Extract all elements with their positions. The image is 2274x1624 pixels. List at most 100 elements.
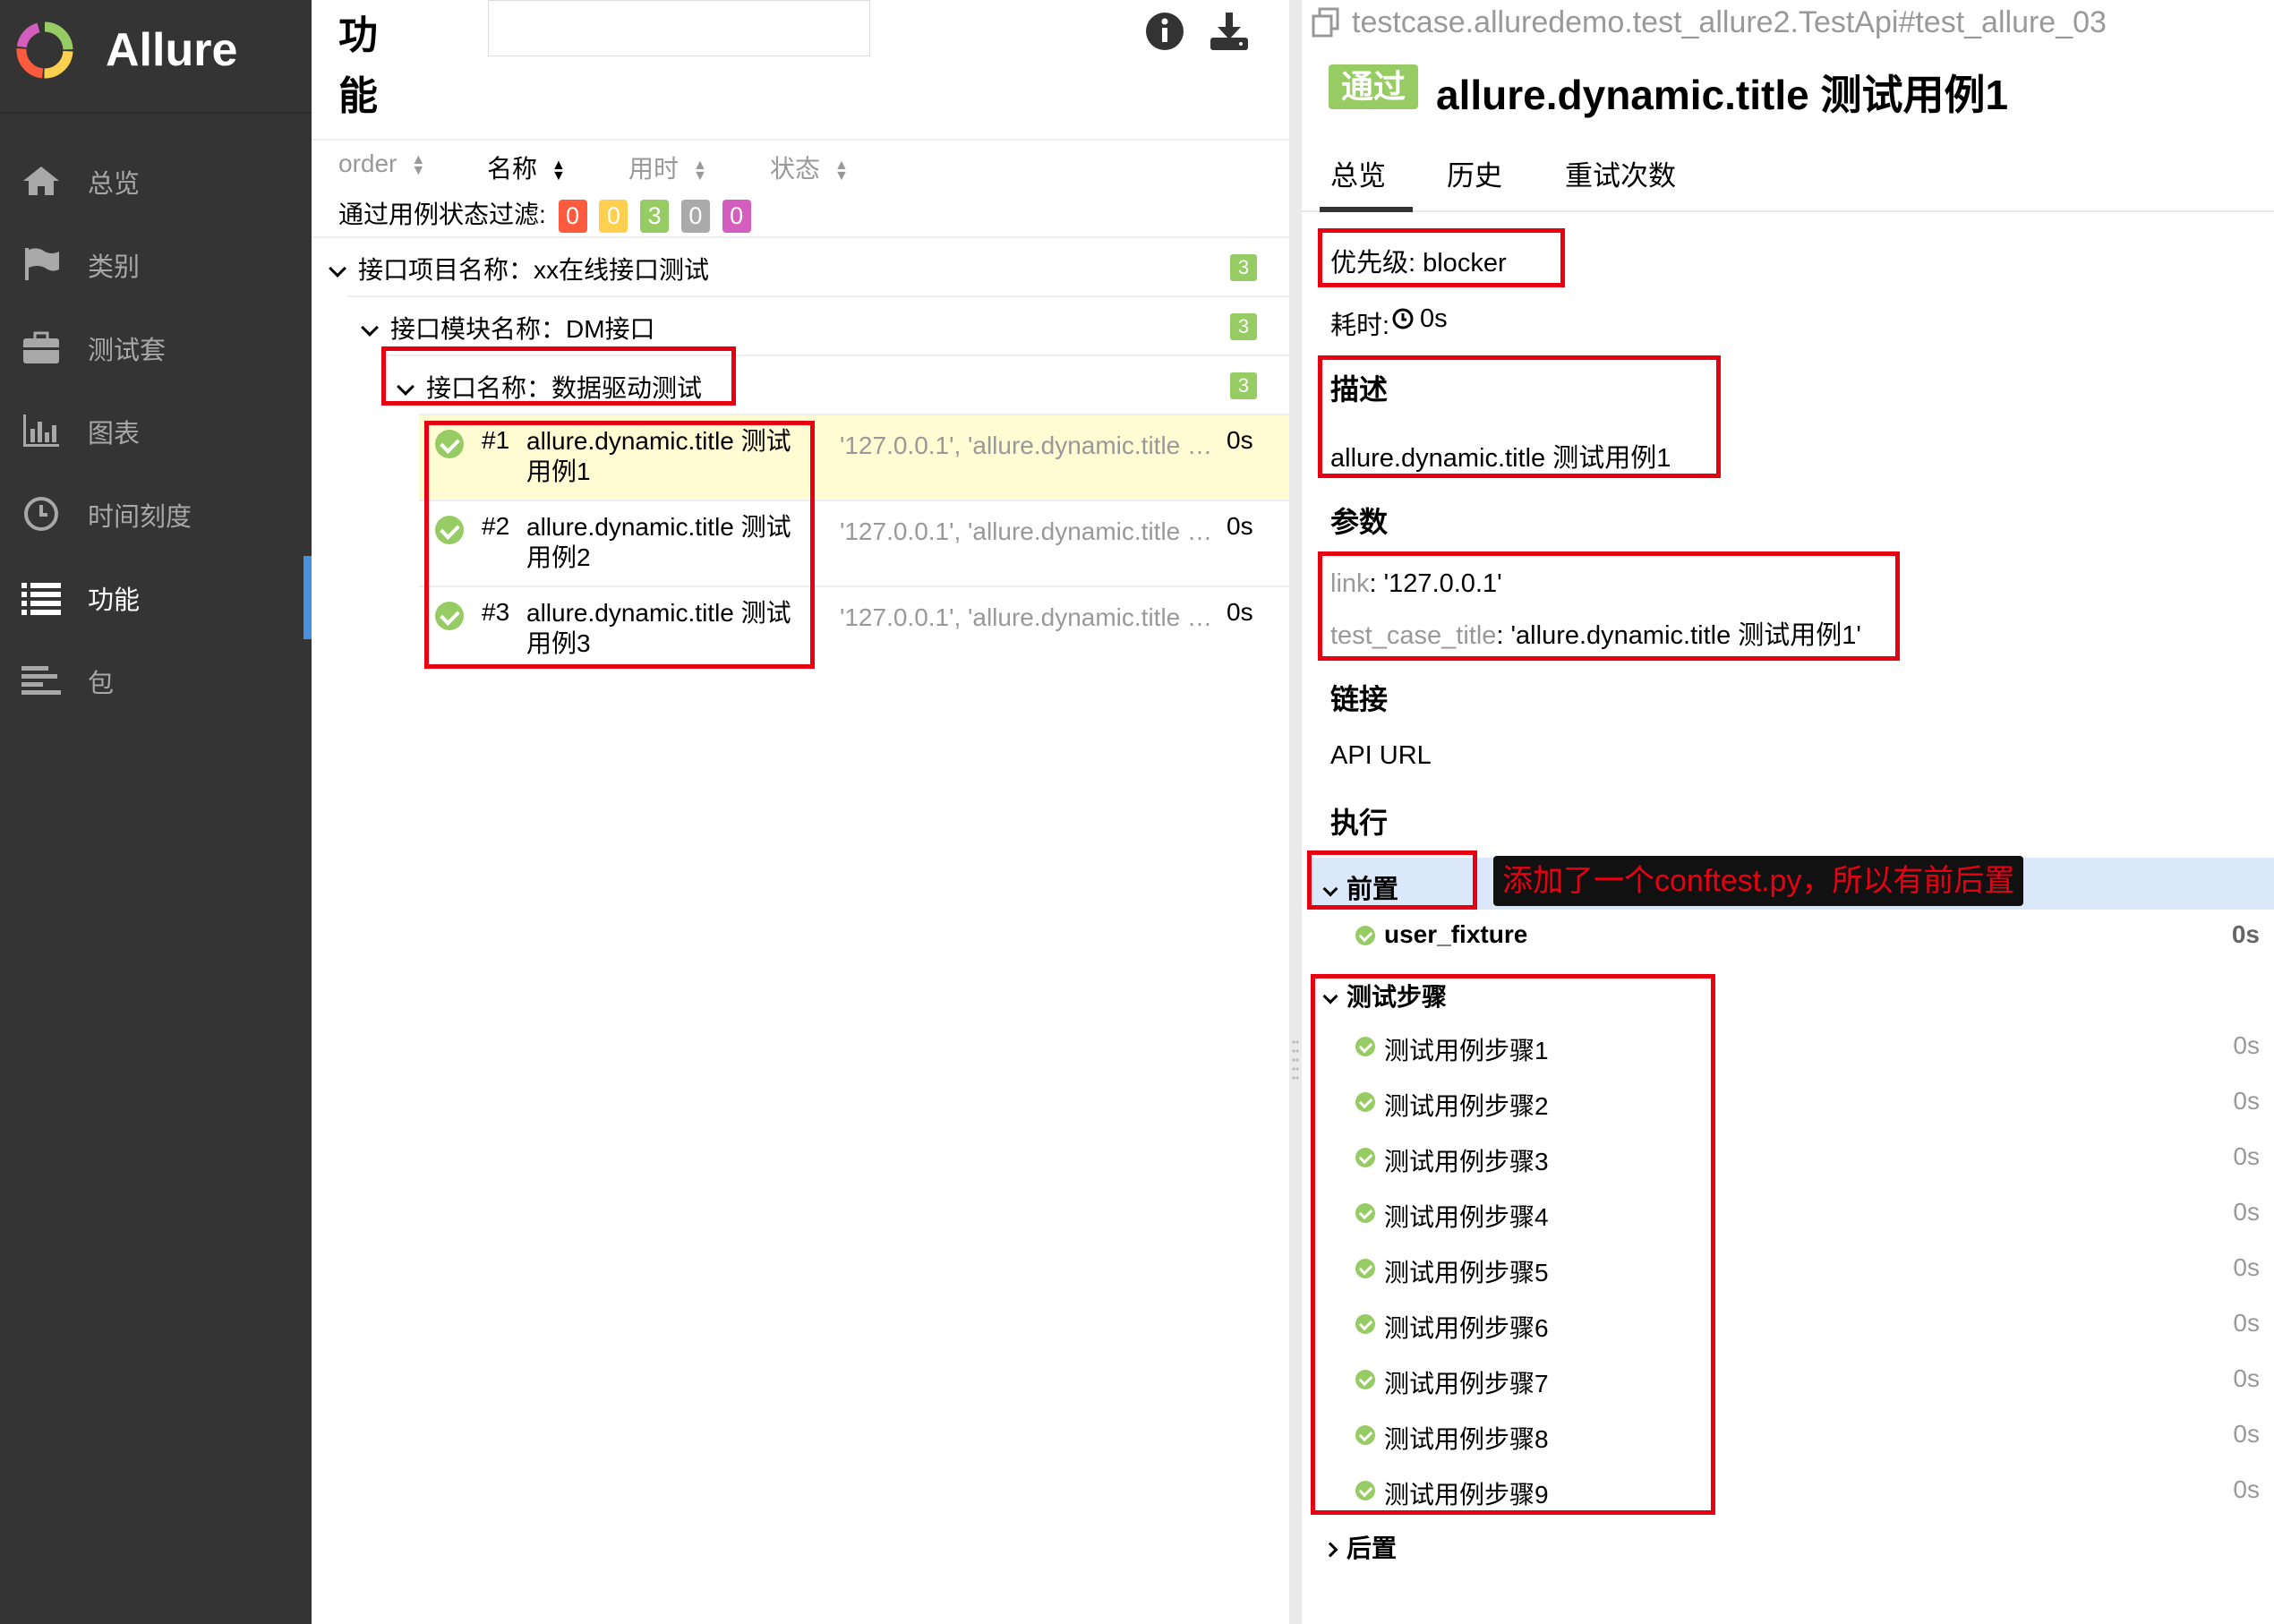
drag-handle-icon	[1292, 1040, 1299, 1080]
step-duration: 0s	[2233, 1198, 2260, 1226]
brand[interactable]: Allure	[0, 0, 312, 114]
annotation-box	[424, 421, 815, 669]
sort-icon: ▲ ▼	[551, 157, 566, 184]
info-icon[interactable]	[1144, 11, 1185, 52]
step-duration: 0s	[2233, 1031, 2260, 1059]
filter-failed[interactable]: 0	[558, 200, 587, 234]
column-status[interactable]: 状态 ▲ ▼	[770, 150, 849, 185]
tree-group-label: 接口项目名称：xx在线接口测试	[358, 256, 710, 284]
teardown-section[interactable]: 后置	[1322, 1529, 1398, 1565]
passed-icon	[1355, 926, 1375, 945]
filter-broken[interactable]: 0	[599, 200, 628, 234]
copy-icon[interactable]	[1311, 7, 1341, 38]
step-duration: 0s	[2233, 1142, 2260, 1170]
chevron-right-icon	[1322, 1542, 1338, 1558]
column-name[interactable]: 名称 ▲ ▼	[487, 150, 566, 185]
column-label: order	[338, 150, 398, 177]
duration-value: 0s	[1420, 304, 1448, 333]
step-duration: 0s	[2233, 1087, 2260, 1115]
filter-skipped[interactable]: 0	[680, 200, 710, 234]
column-label: 名称	[487, 155, 538, 183]
status-filter: 通过用例状态过滤: 0 0 3 0 0	[338, 195, 751, 234]
list-icon	[21, 583, 61, 615]
column-order[interactable]: order ▲ ▼	[338, 150, 425, 178]
tab-history[interactable]: 历史	[1447, 153, 1502, 193]
annotation-box	[1318, 355, 1721, 478]
flag-icon	[25, 248, 59, 280]
allure-logo-icon	[16, 21, 73, 79]
column-label: 用时	[628, 155, 680, 183]
status-badge: 通过	[1329, 64, 1418, 109]
sidebar-item-suites[interactable]: 测试套	[0, 306, 312, 389]
column-label: 状态	[770, 155, 821, 183]
active-indicator	[303, 556, 312, 639]
sidebar-item-label: 功能	[88, 586, 141, 615]
filter-passed[interactable]: 3	[640, 200, 670, 234]
teardown-label: 后置	[1346, 1534, 1398, 1562]
sidebar-item-label: 时间刻度	[88, 503, 192, 532]
column-duration[interactable]: 用时 ▲ ▼	[628, 150, 707, 185]
count-badge: 3	[1230, 313, 1257, 340]
tree-pane: 功能 order ▲ ▼ 名称 ▲ ▼ 用时 ▲ ▼ 状态 ▲ ▼ 通过用例状态过滤: 0 0 …	[312, 0, 1289, 1624]
api-url-link[interactable]: API URL	[1330, 741, 1432, 771]
links-heading: 链接	[1330, 683, 1389, 715]
search-input[interactable]	[488, 0, 870, 56]
filter-unknown[interactable]: 0	[722, 200, 751, 234]
clock-icon	[1392, 308, 1414, 329]
sidebar-item-graphs[interactable]: 图表	[0, 389, 312, 473]
sidebar-item-label: 类别	[88, 253, 141, 282]
duration-label: 耗时:	[1330, 312, 1390, 340]
sidebar-item-label: 包	[88, 670, 115, 698]
step-duration: 0s	[2233, 1309, 2260, 1337]
test-detail-pane: testcase.alluredemo.test_allure2.TestApi…	[1302, 0, 2274, 1624]
tree-group-project[interactable]: 接口项目名称：xx在线接口测试 3	[312, 236, 1289, 295]
count-badge: 3	[1230, 254, 1257, 281]
test-title: allure.dynamic.title 测试用例1	[1436, 72, 2009, 118]
case-params: '127.0.0.1', 'allure.dynamic.title 测试用例2…	[840, 517, 1219, 545]
setup-step[interactable]: user_fixture 0s	[1355, 919, 2260, 954]
case-duration: 0s	[1227, 512, 1253, 540]
sidebar: Allure 总览 类别 测试套 图表 时间刻度 功能 包	[0, 0, 312, 1624]
sidebar-item-label: 图表	[88, 420, 141, 449]
sort-icon: ▲ ▼	[834, 157, 849, 184]
brand-name: Allure	[106, 24, 238, 76]
clock-icon	[24, 497, 58, 531]
case-duration: 0s	[1227, 598, 1253, 626]
sidebar-item-packages[interactable]: 包	[0, 639, 312, 722]
count-badge: 3	[1230, 372, 1257, 399]
execution-heading: 执行	[1330, 807, 1389, 839]
step-label: user_fixture	[1384, 920, 1528, 948]
download-icon[interactable]	[1209, 11, 1250, 52]
step-duration: 0s	[2233, 1253, 2260, 1281]
case-params: '127.0.0.1', 'allure.dynamic.title 测试用例1…	[840, 432, 1219, 459]
sidebar-item-timeline[interactable]: 时间刻度	[0, 473, 312, 556]
annotation-box	[1318, 551, 1900, 661]
align-left-icon	[21, 666, 61, 695]
sidebar-item-categories[interactable]: 类别	[0, 223, 312, 306]
column-header-row: order ▲ ▼ 名称 ▲ ▼ 用时 ▲ ▼ 状态 ▲ ▼	[312, 139, 1289, 188]
annotation-note: 添加了一个conftest.py，所以有前后置	[1493, 856, 2024, 906]
annotation-box	[381, 346, 736, 406]
case-duration: 0s	[1227, 426, 1253, 454]
step-duration: 0s	[2233, 1475, 2260, 1503]
sidebar-item-overview[interactable]: 总览	[0, 140, 312, 223]
sidebar-item-label: 测试套	[88, 337, 167, 365]
tab-overview[interactable]: 总览	[1330, 153, 1386, 193]
params-heading: 参数	[1330, 506, 1389, 538]
pane-splitter[interactable]	[1289, 0, 1302, 1624]
active-tab-indicator	[1320, 207, 1413, 212]
sidebar-item-behaviors[interactable]: 功能	[0, 556, 312, 639]
annotation-box	[1307, 850, 1477, 910]
tab-retries[interactable]: 重试次数	[1565, 153, 1676, 193]
step-duration: 0s	[2233, 1420, 2260, 1448]
annotation-box	[1311, 974, 1715, 1515]
status-filter-label: 通过用例状态过滤:	[338, 201, 546, 228]
step-duration: 0s	[2231, 920, 2260, 948]
home-icon	[23, 167, 59, 195]
chevron-down-icon	[329, 260, 346, 278]
bar-chart-icon	[23, 415, 59, 447]
case-params: '127.0.0.1', 'allure.dynamic.title 测试用例3…	[840, 603, 1219, 631]
test-path: testcase.alluredemo.test_allure2.TestApi…	[1352, 5, 2107, 39]
annotation-box	[1318, 228, 1565, 287]
chevron-down-icon	[361, 319, 379, 337]
